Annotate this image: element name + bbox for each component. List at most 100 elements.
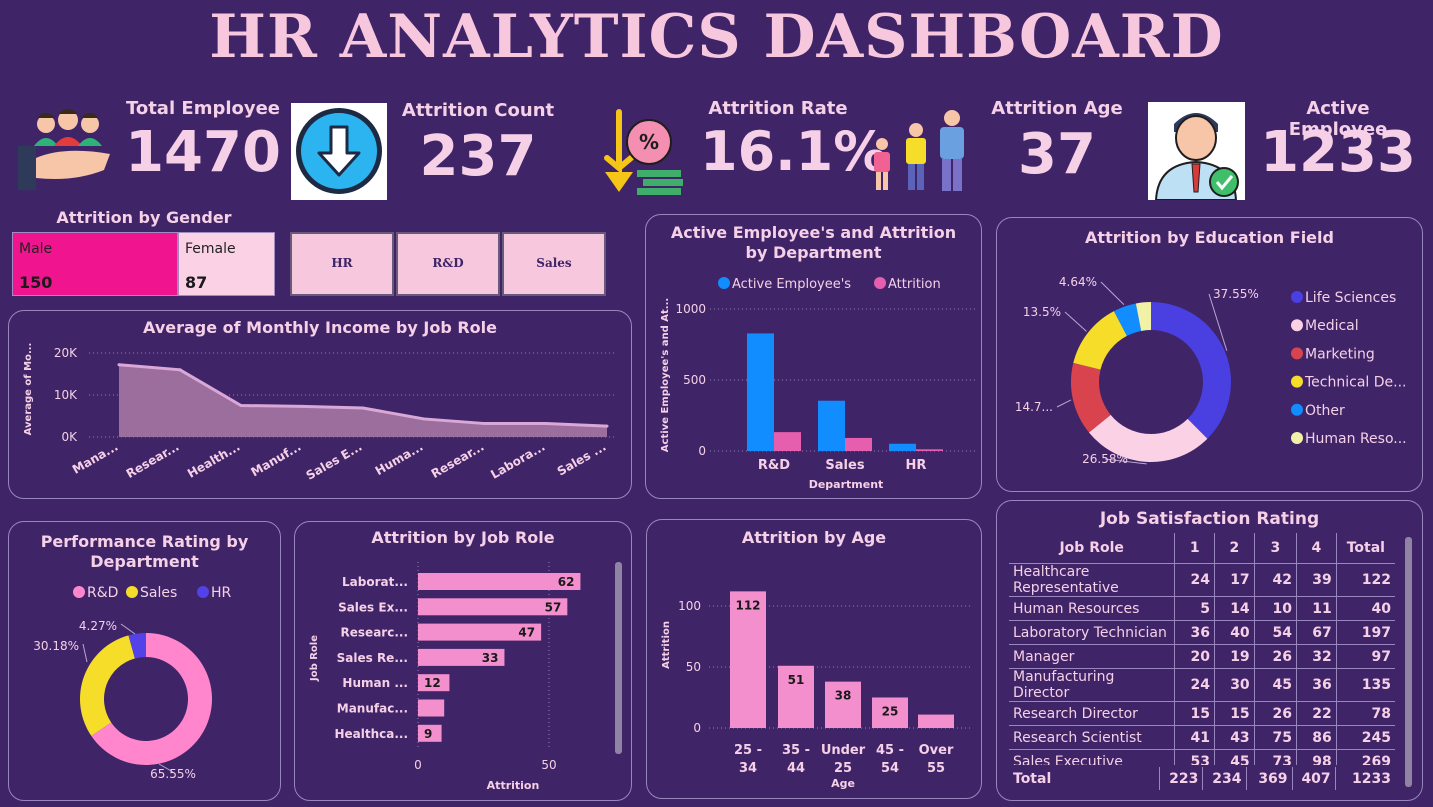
jobrole-bar	[418, 699, 445, 717]
age-chart: 0 50 100 112 25 - 34 51 35 - 44 38 Under 25 25 45 - 54…	[661, 591, 973, 790]
perf-legend-dot	[73, 586, 85, 598]
jobsat-total-label: Total	[1013, 770, 1052, 787]
age-xtick: 25 -	[734, 743, 762, 758]
jobsat-value-cell: 45	[1214, 749, 1255, 765]
edu-value-label: 14.7...	[1015, 400, 1053, 414]
jobsat-role-cell: Laboratory Technician	[1009, 620, 1175, 645]
age-value-label: 51	[788, 673, 805, 687]
jobrole-xlabel: Attrition	[487, 779, 540, 792]
dept-xlabel: Department	[809, 478, 884, 491]
gender-male-card[interactable]: Male 150	[12, 232, 178, 296]
total-employee-value: 1470	[125, 120, 281, 185]
age-value-label: 25	[882, 705, 899, 719]
jobsat-value-cell: 42	[1253, 563, 1297, 597]
jobsat-value-cell: 36	[1174, 620, 1215, 645]
edu-legend-dot	[1291, 403, 1303, 416]
jobsat-column-header[interactable]: 4	[1296, 533, 1337, 564]
jobsat-value-cell: 122	[1335, 563, 1395, 597]
edu-panel: Attrition by Education Field 37.55% 26.58…	[996, 217, 1423, 492]
jobrole-chart: 0 50 Laborat... 62 Sales Ex... 57 Researc... 47…	[309, 562, 581, 792]
jobsat-value-cell: 135	[1335, 668, 1395, 702]
income-point	[117, 363, 121, 367]
income-xtick: Resear...	[124, 439, 182, 480]
jobrole-value-label: 12	[424, 676, 441, 690]
jobsat-value-cell: 40	[1214, 620, 1255, 645]
jobsat-value-cell: 19	[1214, 644, 1255, 669]
income-xtick: Sales ...	[555, 439, 609, 478]
jobrole-scrollbar[interactable]	[615, 562, 622, 754]
jobsat-total-row: Total 223 234 369 407 1233	[1009, 767, 1395, 790]
edu-leader-line	[1064, 311, 1087, 332]
table-row: Research Scientist 41 43 75 86 245	[1009, 725, 1395, 750]
jobsat-value-cell: 39	[1296, 563, 1337, 597]
income-point	[422, 417, 426, 421]
attrition-rate-value: 16.1%	[700, 120, 888, 183]
jobsat-value-cell: 11	[1296, 596, 1337, 621]
perf-leader-line	[82, 643, 88, 663]
age-xtick: 45 -	[876, 743, 904, 758]
jobsat-column-header[interactable]: Total	[1335, 533, 1395, 564]
total-employee-label: Total Employee	[125, 98, 281, 119]
perf-value-label: 30.18%	[33, 639, 79, 653]
active-employee-icon	[1148, 102, 1245, 201]
jobsat-value-cell: 67	[1296, 620, 1337, 645]
jobsat-role-cell: Research Scientist	[1009, 725, 1175, 750]
jobsat-column-header[interactable]: Job Role	[1009, 533, 1175, 564]
gender-female-card[interactable]: Female 87	[178, 232, 275, 296]
jobsat-role-cell: Manager	[1009, 644, 1175, 669]
income-xtick: Manuf...	[249, 439, 304, 479]
dept-bar	[774, 432, 801, 451]
jobsat-value-cell: 73	[1253, 749, 1297, 765]
income-xtick: Health...	[185, 439, 243, 480]
jobsat-total-value: 407	[1291, 767, 1336, 790]
jobsat-value-cell: 5	[1174, 596, 1215, 621]
perf-value-label: 65.55%	[150, 767, 196, 781]
perf-legend-dot	[126, 586, 138, 598]
jobsat-column-header[interactable]: 3	[1253, 533, 1297, 564]
gender-female-label: Female	[185, 241, 236, 257]
income-ylabel: Average of Mo...	[23, 343, 34, 436]
age-ylabel: Attrition	[661, 621, 672, 669]
slicer-rnd-button[interactable]: R&D	[396, 232, 500, 296]
jobsat-column-header[interactable]: 1	[1174, 533, 1215, 564]
attrition-count-label: Attrition Count	[401, 100, 555, 121]
dept-xtick: Sales	[825, 458, 864, 473]
jobrole-xtick: 0	[414, 758, 422, 772]
dashboard-title: HR ANALYTICS DASHBOARD	[209, 2, 1224, 72]
jobsat-value-cell: 75	[1253, 725, 1297, 750]
jobsat-table-viewport[interactable]: Job Role 1 2 3 4 Total Healthcare Representati…	[1009, 533, 1395, 765]
jobsat-role-cell: Research Director	[1009, 701, 1175, 726]
slicer-hr-button[interactable]: HR	[290, 232, 394, 296]
dept-ytick: 1000	[675, 302, 706, 316]
svg-text:%: %	[639, 130, 659, 154]
income-point	[361, 406, 365, 410]
age-xtick: 54	[881, 761, 899, 776]
jobsat-title: Job Satisfaction Rating	[1099, 509, 1320, 529]
dept-bar	[916, 449, 943, 451]
edu-legend-dot	[1291, 319, 1303, 332]
jobrole-ylabel: Job Role	[309, 635, 320, 682]
jobsat-value-cell: 269	[1335, 749, 1395, 765]
jobsat-scrollbar[interactable]	[1405, 537, 1412, 787]
age-panel: Attrition by Age 0 50 100 112 25 -34 51 35 -44…	[646, 519, 982, 799]
age-value-label: 112	[735, 598, 760, 612]
edu-legend-dot	[1291, 347, 1303, 360]
jobrole-ytick: Human ...	[342, 676, 408, 690]
edu-chart: 37.55% 26.58% 14.7... 13.5% 4.64% Life Scienc…	[1015, 275, 1407, 466]
jobsat-value-cell: 20	[1174, 644, 1215, 669]
slicer-sales-button[interactable]: Sales	[502, 232, 606, 296]
jobsat-column-header[interactable]: 2	[1214, 533, 1255, 564]
gender-male-value: 150	[19, 273, 53, 292]
dept-bar	[889, 443, 916, 451]
jobsat-value-cell: 197	[1335, 620, 1395, 645]
jobrole-value-label: 9	[424, 727, 432, 741]
gender-male-label: Male	[19, 241, 53, 257]
age-xtick: 34	[739, 761, 757, 776]
age-xtick: Over	[919, 743, 954, 758]
attrition-age-label: Attrition Age	[991, 98, 1123, 119]
edu-slice	[1151, 302, 1231, 439]
jobrole-ytick: Researc...	[341, 626, 408, 640]
income-point	[178, 368, 182, 372]
jobsat-role-cell: Healthcare Representative	[1009, 563, 1175, 597]
jobsat-value-cell: 98	[1296, 749, 1337, 765]
